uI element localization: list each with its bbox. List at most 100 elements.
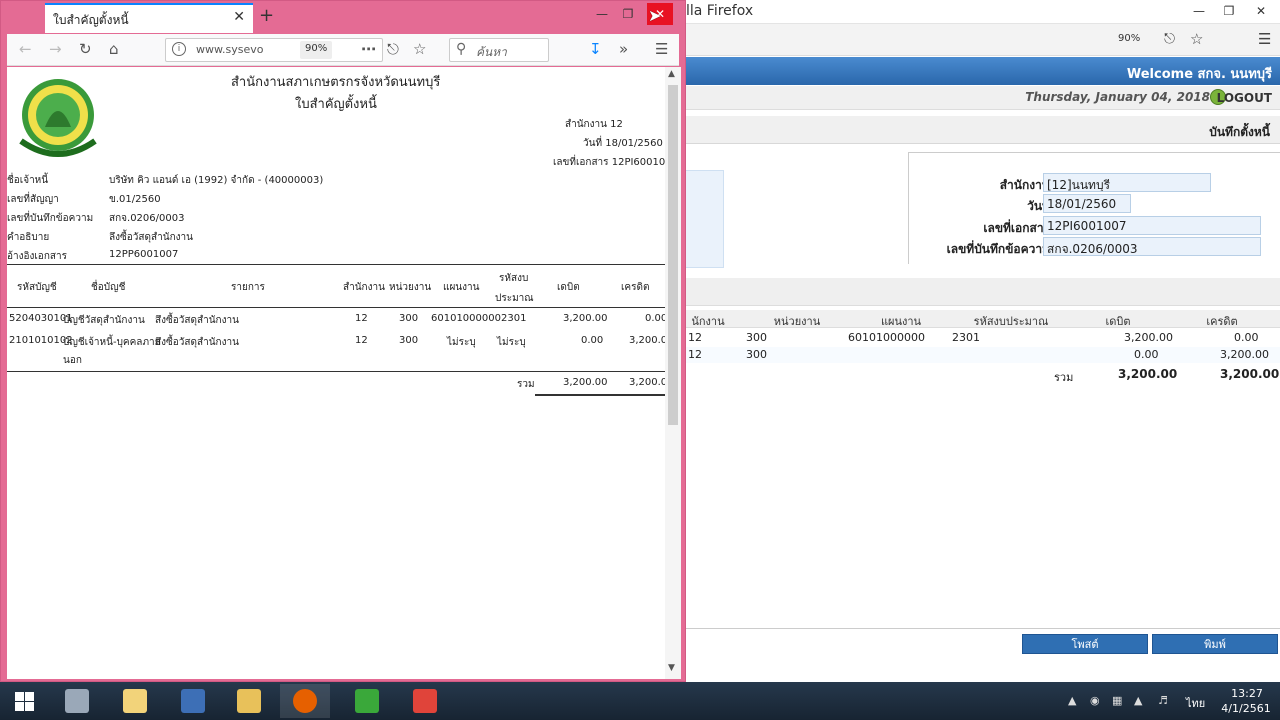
grid-cell: 0.00 bbox=[1234, 331, 1259, 344]
scroll-up-icon[interactable]: ▲ bbox=[668, 69, 675, 79]
bg-close-button[interactable]: ✕ bbox=[1246, 0, 1276, 22]
foreground-browser-window: ใบสำคัญตั้งหนี้ ✕ + — ❐ ✕ ← → ↻ ⌂ i www.… bbox=[0, 0, 686, 682]
date-bar: Thursday, January 04, 2018 LOGOUT bbox=[686, 86, 1280, 110]
row-item: สึงซื้อวัสดุสำนักงาน bbox=[155, 337, 239, 348]
pocket-icon[interactable]: ⎋ bbox=[1164, 31, 1175, 47]
row-name: บัญชีเจ้าหนี้-บุคคลภาย bbox=[63, 337, 161, 348]
tray-app-icon[interactable]: ◉ bbox=[1090, 694, 1100, 707]
row-debit: 0.00 bbox=[581, 335, 604, 346]
date-field[interactable]: 18/01/2560 bbox=[1043, 194, 1131, 213]
camtasia-green-icon[interactable] bbox=[342, 684, 392, 718]
grid-row[interactable]: 12 300 60101000000 2301 3,200.00 0.00 bbox=[686, 330, 1280, 346]
col-account-code: รหัสบัญชี bbox=[17, 282, 57, 293]
site-info-icon[interactable]: i bbox=[172, 42, 186, 56]
volume-icon[interactable]: ♬ bbox=[1158, 694, 1168, 707]
overflow-icon[interactable]: » bbox=[619, 40, 628, 58]
col-plan: แผนงาน bbox=[443, 282, 480, 293]
welcome-text: Welcome สกจ. นนทบุรี bbox=[1126, 67, 1272, 82]
language-indicator[interactable]: ไทย bbox=[1186, 694, 1205, 712]
camtasia-red-icon[interactable] bbox=[400, 684, 450, 718]
menu-icon[interactable]: ☰ bbox=[1258, 30, 1271, 48]
windows-taskbar: ▲ ◉ ▦ ▲ ♬ ไทย 13:27 4/1/2561 bbox=[0, 682, 1280, 720]
active-tab[interactable]: ใบสำคัญตั้งหนี้ ✕ bbox=[45, 3, 253, 33]
back-icon[interactable]: ← bbox=[19, 40, 32, 58]
total-underline bbox=[535, 394, 665, 396]
field-label: อ้างอิงเอกสาร bbox=[7, 251, 67, 262]
doc-office: สำนักงาน 12 bbox=[565, 119, 623, 130]
grid-col-budget[interactable]: รหัสงบประมาณ bbox=[956, 312, 1066, 330]
fg-maximize-button[interactable]: ❐ bbox=[615, 3, 641, 25]
url-text[interactable]: www.sysevo bbox=[196, 43, 263, 56]
clock-date[interactable]: 4/1/2561 bbox=[1216, 702, 1276, 715]
tray-device-icon[interactable]: ▦ bbox=[1112, 694, 1122, 707]
grid-total-label: รวม bbox=[1054, 371, 1074, 384]
grid-col-credit[interactable]: เครดิต bbox=[1170, 312, 1274, 330]
tab-close-icon[interactable]: ✕ bbox=[233, 9, 245, 25]
fg-minimize-button[interactable]: — bbox=[589, 3, 615, 25]
field-value: ข.01/2560 bbox=[109, 194, 161, 205]
bg-zoom-indicator[interactable]: 90% bbox=[1118, 33, 1140, 44]
field-label: เลขที่บันทึกข้อความ bbox=[7, 213, 94, 224]
logout-link[interactable]: LOGOUT bbox=[1217, 91, 1272, 105]
post-button[interactable]: โพสต์ bbox=[1022, 634, 1148, 654]
scroll-thumb[interactable] bbox=[668, 85, 678, 425]
field-label: ชื่อเจ้าหนี้ bbox=[7, 175, 49, 186]
row-debit: 3,200.00 bbox=[563, 313, 608, 324]
zoom-indicator[interactable]: 90% bbox=[300, 41, 333, 59]
grid-col-unit[interactable]: หน่วยงาน bbox=[742, 312, 852, 330]
network-icon[interactable]: ▲ bbox=[1134, 694, 1142, 707]
form-row-date: วันที่ : 18/01/2560 bbox=[909, 194, 1280, 214]
section-header: บันทึกตั้งหนี้ bbox=[686, 116, 1280, 144]
forward-icon[interactable]: → bbox=[49, 40, 62, 58]
col-budget-2: ประมาณ bbox=[495, 293, 534, 304]
form-row-memo: เลขที่บันทึกข้อความ : สกจ.0206/0003 bbox=[909, 237, 1280, 257]
clock-time[interactable]: 13:27 bbox=[1222, 687, 1272, 700]
voucher-form: สำนักงาน : [12]นนทบุรี วันที่ : 18/01/25… bbox=[908, 152, 1280, 264]
network-app-icon[interactable] bbox=[168, 684, 218, 718]
url-bar[interactable]: i www.sysevo 90% bbox=[165, 38, 383, 62]
grid-cell: 2301 bbox=[952, 331, 980, 344]
file-explorer-icon[interactable] bbox=[224, 684, 274, 718]
grid-col-debit[interactable]: เดบิต bbox=[1068, 312, 1168, 330]
bg-minimize-button[interactable]: — bbox=[1184, 0, 1214, 22]
row-credit: 0.00 bbox=[645, 313, 665, 324]
row-name-cont: นอก bbox=[63, 355, 82, 366]
new-tab-button[interactable]: + bbox=[259, 5, 274, 26]
grid-row[interactable]: 12 300 0.00 3,200.00 bbox=[686, 347, 1280, 363]
table-body-rule bbox=[7, 371, 665, 372]
reload-icon[interactable]: ↻ bbox=[79, 40, 92, 58]
field-value: สกจ.0206/0003 bbox=[109, 213, 185, 224]
tray-overflow-icon[interactable]: ▲ bbox=[1068, 694, 1076, 707]
description-textarea[interactable] bbox=[686, 170, 724, 268]
home-icon[interactable]: ⌂ bbox=[109, 40, 119, 58]
bookmark-star-icon[interactable]: ☆ bbox=[1190, 30, 1203, 48]
memo-field[interactable]: สกจ.0206/0003 bbox=[1043, 237, 1261, 256]
docno-field[interactable]: 12PI6001007 bbox=[1043, 216, 1261, 235]
grid-col-plan[interactable]: แผนงาน bbox=[846, 312, 956, 330]
scroll-down-icon[interactable]: ▼ bbox=[668, 663, 675, 673]
downloads-icon[interactable]: ↧ bbox=[589, 40, 602, 58]
grid-cell: 300 bbox=[746, 331, 767, 344]
search-box[interactable]: ⚲ ค้นหา bbox=[449, 38, 549, 62]
total-label: รวม bbox=[517, 379, 535, 390]
grid-header: นักงาน หน่วยงาน แผนงาน รหัสงบประมาณ เดบิ… bbox=[686, 310, 1280, 328]
page-actions-icon[interactable]: ⋯ bbox=[361, 40, 376, 58]
grid-col-office[interactable]: นักงาน bbox=[686, 312, 730, 330]
row-plan: ไม่ระบุ bbox=[447, 337, 476, 348]
firefox-taskbar-icon[interactable] bbox=[280, 684, 330, 718]
field-value: 12PP6001007 bbox=[109, 249, 179, 260]
search-input[interactable]: ค้นหา bbox=[476, 43, 507, 62]
print-button[interactable]: พิมพ์ bbox=[1152, 634, 1278, 654]
start-button[interactable] bbox=[0, 684, 50, 718]
grid-cell: 60101000000 bbox=[848, 331, 925, 344]
grid-cell: 3,200.00 bbox=[1124, 331, 1173, 344]
file-explorer-pinned-icon[interactable] bbox=[110, 684, 160, 718]
bg-maximize-button[interactable]: ❐ bbox=[1214, 0, 1244, 22]
people-app-icon[interactable] bbox=[52, 684, 102, 718]
menu-icon[interactable]: ☰ bbox=[655, 40, 668, 58]
pocket-icon[interactable]: ⎋ bbox=[387, 40, 399, 58]
bookmark-star-icon[interactable]: ☆ bbox=[413, 40, 426, 58]
office-field[interactable]: [12]นนทบุรี bbox=[1043, 173, 1211, 192]
field-value: บริษัท คิว แอนด์ เอ (1992) จำกัด - (4000… bbox=[109, 175, 324, 186]
page-scrollbar[interactable]: ▲ ▼ bbox=[665, 67, 681, 679]
